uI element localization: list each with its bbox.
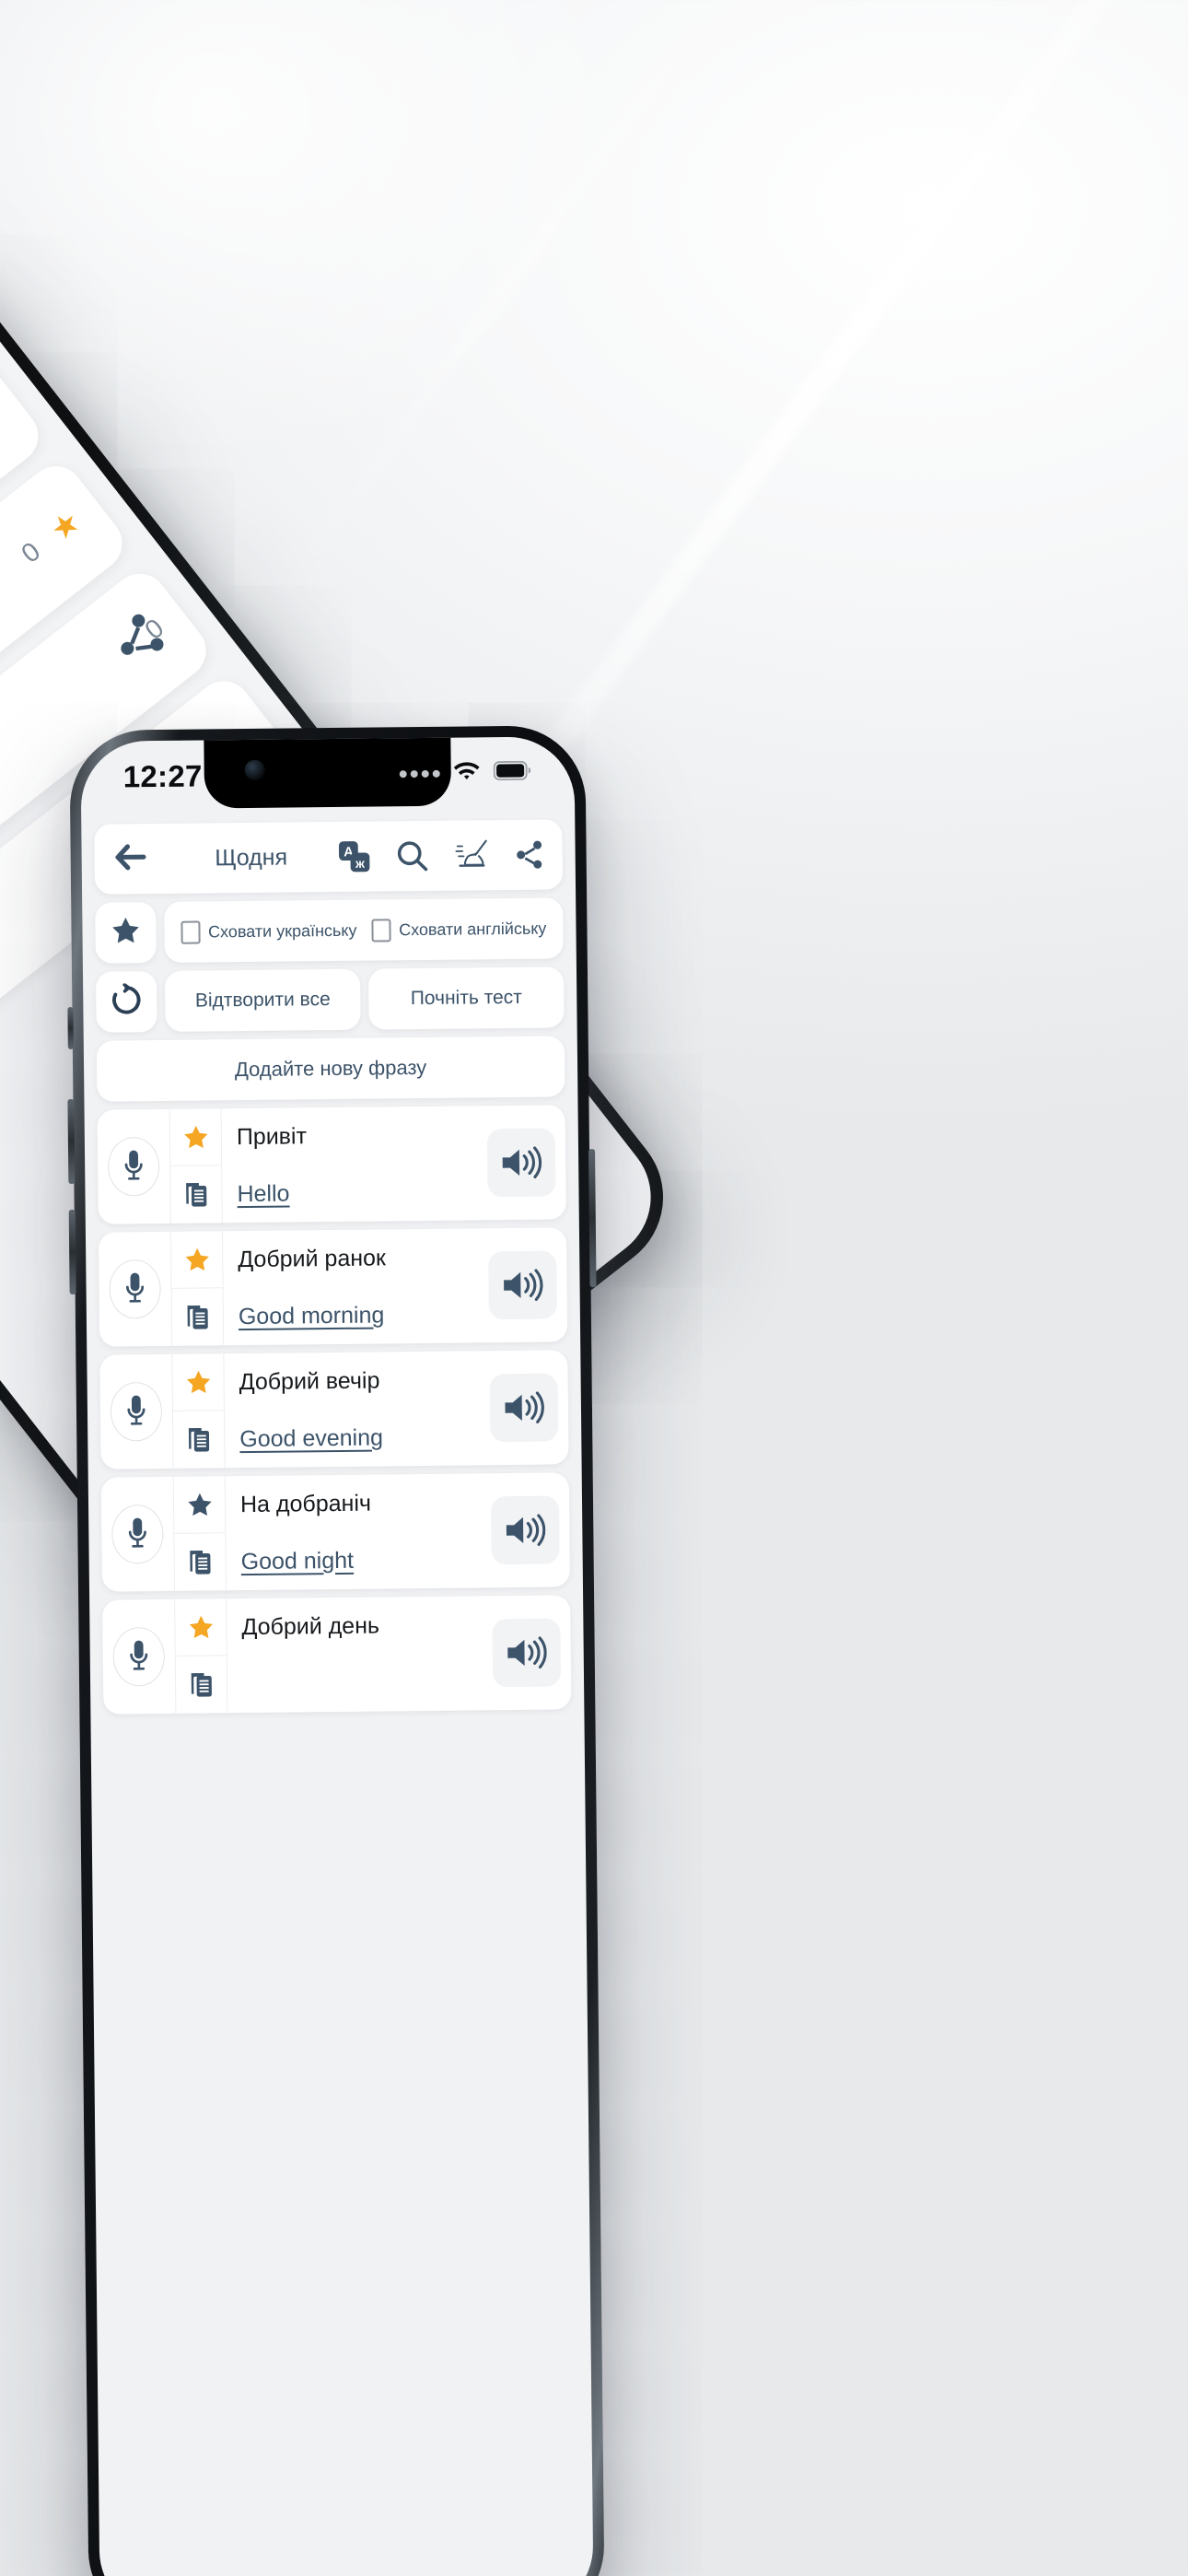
svg-text:ж: ж xyxy=(355,856,365,871)
phrase-card-gutter xyxy=(169,1231,224,1346)
phrase-source-text: Привіт xyxy=(236,1122,308,1150)
checkbox-box[interactable] xyxy=(180,920,201,944)
repeat-icon xyxy=(110,982,143,1021)
record-button[interactable] xyxy=(102,1599,175,1715)
phrase-text: Привіт Hello xyxy=(220,1106,478,1224)
phrase-card-gutter xyxy=(171,1353,225,1469)
record-button[interactable] xyxy=(98,1109,170,1224)
phrase-text: Добрий вечір Good evening xyxy=(223,1351,481,1469)
app-header: Щодня A ж xyxy=(94,819,564,895)
checkbox-box[interactable] xyxy=(371,918,391,943)
microphone-icon xyxy=(111,1504,164,1564)
copy-icon[interactable] xyxy=(176,1656,227,1714)
checkbox-label: Сховати англійську xyxy=(399,919,547,939)
hide-language-row: Сховати українську Сховати англійську xyxy=(95,897,564,964)
translate-icon[interactable]: A ж xyxy=(337,840,370,873)
back-arrow-icon[interactable] xyxy=(111,843,148,875)
phrase-target-text[interactable]: Hello xyxy=(237,1180,289,1208)
start-test-label: Почніть тест xyxy=(410,986,522,1010)
repeat-button[interactable] xyxy=(95,971,157,1033)
phrase-card-gutter xyxy=(174,1598,227,1714)
copy-icon[interactable] xyxy=(170,1165,222,1224)
play-all-label: Відтворити все xyxy=(194,989,331,1012)
header-actions: A ж xyxy=(337,837,545,874)
phrase-text: Добрий день xyxy=(226,1596,483,1714)
phrase-card-gutter xyxy=(169,1108,222,1224)
phrase-source-text: На добраніч xyxy=(239,1490,372,1517)
action-row: Відтворити все Почніть тест xyxy=(95,966,565,1033)
checkbox-hide-english[interactable]: Сховати англійську xyxy=(364,917,554,943)
battery-icon xyxy=(493,760,532,785)
add-phrase-button[interactable]: Додайте нову фразу xyxy=(96,1036,565,1102)
wifi-icon xyxy=(452,760,482,787)
speaker-icon xyxy=(488,1250,557,1320)
microphone-icon xyxy=(109,1259,161,1319)
page-title: Щодня xyxy=(215,844,288,871)
add-phrase-label: Додайте нову фразу xyxy=(234,1055,427,1082)
phrase-text: Добрий ранок Good morning xyxy=(221,1228,480,1346)
foreground-phone-screen: 12:27 Щодня A ж Сховати українську Схова… xyxy=(80,736,594,2576)
phrase-text: На добраніч Good night xyxy=(224,1473,482,1591)
speak-button[interactable] xyxy=(479,1350,568,1465)
phrase-source-text: Добрий ранок xyxy=(238,1244,387,1272)
phrase-card[interactable]: Добрий ранок Good morning xyxy=(98,1227,568,1347)
volume-down-button[interactable] xyxy=(68,1209,76,1295)
star-icon[interactable] xyxy=(173,1476,226,1534)
phrase-card[interactable]: Добрий вечір Good evening xyxy=(99,1350,569,1469)
phrase-card[interactable]: Добрий день xyxy=(102,1595,572,1715)
microphone-icon xyxy=(107,1136,160,1197)
search-icon[interactable] xyxy=(394,838,429,873)
checkbox-label: Сховати українську xyxy=(207,920,357,941)
star-icon[interactable] xyxy=(172,1353,224,1411)
start-test-button[interactable]: Почніть тест xyxy=(367,966,565,1030)
app-content: Щодня A ж Сховати українську Сховати анг… xyxy=(81,808,593,2576)
phrase-card-gutter xyxy=(172,1476,227,1591)
walk-step-icon[interactable] xyxy=(453,837,488,872)
hide-language-options: Сховати українську Сховати англійську xyxy=(164,897,564,963)
backdrop-glow xyxy=(0,0,626,461)
star-icon[interactable] xyxy=(170,1231,223,1289)
copy-icon[interactable] xyxy=(172,1288,224,1346)
phrase-target-text[interactable]: Good morning xyxy=(239,1302,385,1330)
copy-icon[interactable] xyxy=(173,1411,225,1469)
copy-icon[interactable] xyxy=(174,1533,226,1591)
star-icon[interactable] xyxy=(169,1108,222,1166)
speaker-icon xyxy=(490,1495,560,1565)
star-icon[interactable] xyxy=(175,1598,227,1657)
status-indicators xyxy=(399,759,532,788)
phrase-target-text[interactable]: Good evening xyxy=(239,1424,383,1453)
light-streak-secondary xyxy=(294,0,747,576)
speak-button[interactable] xyxy=(481,1472,570,1587)
speak-button[interactable] xyxy=(477,1105,566,1220)
microphone-icon xyxy=(112,1626,166,1687)
volume-up-button[interactable] xyxy=(67,1098,76,1185)
microphone-icon xyxy=(110,1381,163,1442)
speaker-icon xyxy=(486,1128,556,1198)
phrase-card[interactable]: Привіт Hello xyxy=(97,1105,566,1224)
status-bar: 12:27 xyxy=(80,736,575,814)
phrase-card[interactable]: На добраніч Good night xyxy=(100,1472,570,1592)
star-icon xyxy=(110,915,141,951)
signal-dots-icon xyxy=(399,769,440,779)
record-button[interactable] xyxy=(101,1477,174,1592)
speaker-icon xyxy=(492,1618,562,1688)
list-item-count: 0 xyxy=(16,536,46,569)
checkbox-hide-ukrainian[interactable]: Сховати українську xyxy=(173,919,364,944)
phrase-list: Привіт Hello Добрий ранок Good morning Д… xyxy=(97,1105,581,2576)
speak-button[interactable] xyxy=(478,1227,567,1342)
phrase-target-text[interactable]: Good night xyxy=(241,1547,355,1575)
star-icon[interactable]: ★ xyxy=(43,503,88,549)
play-all-button[interactable]: Відтворити все xyxy=(164,968,361,1032)
speaker-icon xyxy=(489,1373,559,1443)
record-button[interactable] xyxy=(99,1232,171,1347)
share-icon[interactable] xyxy=(512,838,545,872)
phrase-source-text: Добрий вечір xyxy=(239,1366,380,1395)
phrase-source-text: Добрий день xyxy=(241,1612,380,1640)
record-button[interactable] xyxy=(99,1354,172,1469)
favorites-button[interactable] xyxy=(95,902,157,964)
speak-button[interactable] xyxy=(482,1595,571,1710)
foreground-phone: 12:27 Щодня A ж Сховати українську Схова… xyxy=(67,725,605,2576)
silent-switch[interactable] xyxy=(67,1006,74,1050)
status-time: 12:27 xyxy=(122,758,203,794)
